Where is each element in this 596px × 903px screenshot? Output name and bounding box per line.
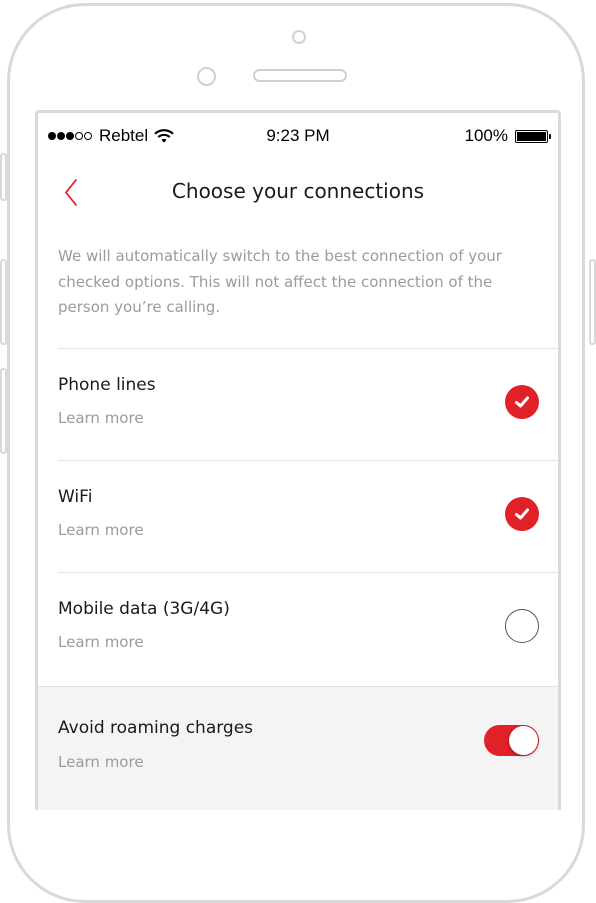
back-button[interactable] <box>54 175 90 211</box>
option-title: WiFi <box>58 487 93 507</box>
nav-bar: Choose your connections <box>38 165 558 219</box>
learn-more-link[interactable]: Learn more <box>58 409 144 427</box>
screen: Rebtel 9:23 PM 100% Choose your connecti… <box>35 110 561 810</box>
roaming-toggle[interactable] <box>484 725 539 756</box>
volume-up-button <box>0 259 7 345</box>
option-row-phone-lines[interactable]: Phone lines Learn more <box>38 349 558 460</box>
checkmark-icon <box>515 508 529 520</box>
power-button <box>589 259 596 345</box>
battery-percent: 100% <box>464 126 508 145</box>
mute-switch <box>0 153 7 201</box>
checkbox-checked[interactable] <box>505 497 539 531</box>
checkbox-unchecked[interactable] <box>505 609 539 643</box>
option-title: Mobile data (3G/4G) <box>58 599 230 619</box>
page-title: Choose your connections <box>171 179 425 203</box>
learn-more-link[interactable]: Learn more <box>58 753 144 771</box>
earpiece-speaker <box>253 69 347 82</box>
description-text: We will automatically switch to the best… <box>58 247 502 316</box>
roaming-title: Avoid roaming charges <box>58 718 254 738</box>
checkmark-icon <box>515 396 529 408</box>
learn-more-link[interactable]: Learn more <box>58 633 144 651</box>
chevron-left-icon <box>65 179 77 206</box>
roaming-row[interactable]: Avoid roaming charges Learn more <box>38 686 558 810</box>
learn-more-link[interactable]: Learn more <box>58 521 144 539</box>
toggle-knob <box>509 726 538 755</box>
option-row-mobile-data[interactable]: Mobile data (3G/4G) Learn more <box>38 573 558 684</box>
option-row-wifi[interactable]: WiFi Learn more <box>38 461 558 572</box>
battery-icon <box>515 129 551 143</box>
battery-fill <box>517 131 546 141</box>
battery-tip <box>549 133 551 139</box>
checkbox-checked[interactable] <box>505 385 539 419</box>
front-camera <box>292 30 306 44</box>
status-bar: Rebtel 9:23 PM 100% <box>38 113 558 153</box>
proximity-sensor <box>197 67 216 86</box>
option-title: Phone lines <box>58 375 156 395</box>
volume-down-button <box>0 368 7 454</box>
